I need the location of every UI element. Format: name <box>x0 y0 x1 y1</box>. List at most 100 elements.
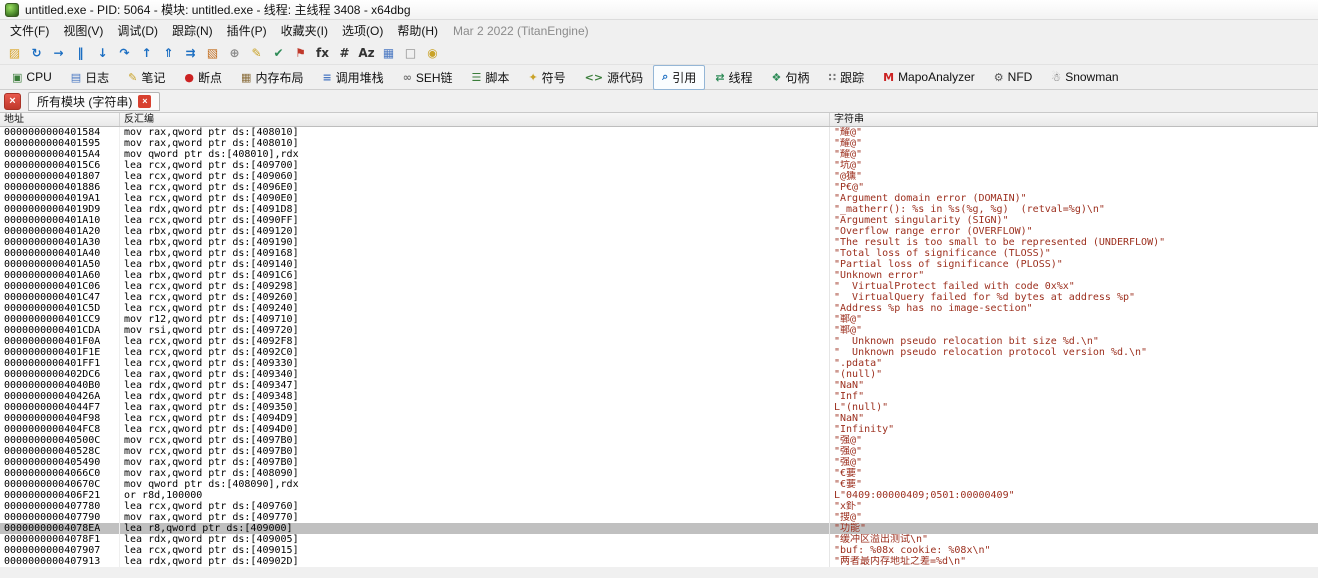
tab-调用堆栈[interactable]: ≡调用堆栈 <box>313 65 392 90</box>
table-row[interactable]: 0000000000407907lea rcx,qword ptr ds:[40… <box>0 545 1318 556</box>
table-row[interactable]: 0000000000401595mov rax,qword ptr ds:[40… <box>0 138 1318 149</box>
table-row[interactable]: 00000000004078EAlea r8,qword ptr ds:[409… <box>0 523 1318 534</box>
tab-Snowman[interactable]: ☃Snowman <box>1042 66 1127 88</box>
table-row[interactable]: 0000000000401C5Dlea rcx,qword ptr ds:[40… <box>0 303 1318 314</box>
table-row[interactable]: 00000000004066C0mov rax,qword ptr ds:[40… <box>0 468 1318 479</box>
check-icon[interactable]: ✔ <box>268 43 289 63</box>
tab-脚本[interactable]: ☰脚本 <box>463 65 519 90</box>
table-row[interactable]: 0000000000406F21or r8d,100000L"0409:0000… <box>0 490 1318 501</box>
table-row[interactable]: 0000000000407913lea rdx,qword ptr ds:[40… <box>0 556 1318 567</box>
step-over-icon[interactable]: ↷ <box>114 43 135 63</box>
table-row[interactable]: 00000000004044F7lea rax,qword ptr ds:[40… <box>0 402 1318 413</box>
row-address: 0000000000401A20 <box>0 226 120 237</box>
row-disassembly: lea rcx,qword ptr ds:[409015] <box>120 545 830 556</box>
tab-源代码[interactable]: <>源代码 <box>576 65 652 90</box>
table-row[interactable]: 0000000000401A40lea rbx,qword ptr ds:[40… <box>0 248 1318 259</box>
table-row[interactable]: 00000000004019A1lea rcx,qword ptr ds:[40… <box>0 193 1318 204</box>
table-row[interactable]: 00000000004040B0lea rdx,qword ptr ds:[40… <box>0 380 1318 391</box>
tab-CPU[interactable]: ▣CPU <box>3 66 61 88</box>
tab-引用[interactable]: ⌕引用 <box>653 65 705 90</box>
row-string: "坑@" <box>830 160 1318 171</box>
open-file-icon[interactable]: ▨ <box>4 43 25 63</box>
menu-item[interactable]: 插件(P) <box>220 20 274 41</box>
column-header-address[interactable]: 地址 <box>0 113 120 126</box>
step-out-icon[interactable]: ↑ <box>136 43 157 63</box>
table-row[interactable]: 0000000000401CDAmov rsi,qword ptr ds:[40… <box>0 325 1318 336</box>
menu-item[interactable]: 收藏夹(I) <box>274 20 335 41</box>
row-disassembly: lea rdx,qword ptr ds:[409347] <box>120 380 830 391</box>
row-disassembly: mov rsi,qword ptr ds:[409720] <box>120 325 830 336</box>
menu-item[interactable]: 文件(F) <box>3 20 56 41</box>
tab-跟踪[interactable]: ∷跟踪 <box>819 65 873 90</box>
tab-日志[interactable]: ▤日志 <box>62 65 118 90</box>
table-row[interactable]: 0000000000401A10lea rcx,qword ptr ds:[40… <box>0 215 1318 226</box>
tab-NFD[interactable]: ⚙NFD <box>985 66 1042 88</box>
table-row[interactable]: 00000000004015A4mov qword ptr ds:[408010… <box>0 149 1318 160</box>
table-row[interactable]: 0000000000401886lea rcx,qword ptr ds:[40… <box>0 182 1318 193</box>
tab-all-modules-strings[interactable]: 所有模块 (字符串) × <box>28 92 160 111</box>
fx-trace-icon[interactable]: fx <box>312 43 333 63</box>
table-row[interactable]: 0000000000407790mov rax,qword ptr ds:[40… <box>0 512 1318 523</box>
patch-icon[interactable]: ▧ <box>202 43 223 63</box>
table-row[interactable]: 000000000040528Cmov rcx,qword ptr ds:[40… <box>0 446 1318 457</box>
table-row[interactable]: 0000000000401C06lea rcx,qword ptr ds:[40… <box>0 281 1318 292</box>
tab-笔记[interactable]: ✎笔记 <box>119 65 174 90</box>
menu-item[interactable]: 帮助(H) <box>390 20 445 41</box>
table-row[interactable]: 0000000000405490mov rax,qword ptr ds:[40… <box>0 457 1318 468</box>
menu-item[interactable]: 调试(D) <box>110 20 165 41</box>
table-row[interactable]: 0000000000401F0Alea rcx,qword ptr ds:[40… <box>0 336 1318 347</box>
tab-内存布局[interactable]: ▦内存布局 <box>232 65 312 90</box>
execute-till-return-icon[interactable]: ⇑ <box>158 43 179 63</box>
table-row[interactable]: 00000000004078F1lea rdx,qword ptr ds:[40… <box>0 534 1318 545</box>
table-row[interactable]: 0000000000404FC8lea rcx,qword ptr ds:[40… <box>0 424 1318 435</box>
table-row[interactable]: 0000000000402DC6lea rax,qword ptr ds:[40… <box>0 369 1318 380</box>
table-row[interactable]: 0000000000401A30lea rbx,qword ptr ds:[40… <box>0 237 1318 248</box>
table-row[interactable]: 0000000000401807lea rcx,qword ptr ds:[40… <box>0 171 1318 182</box>
close-all-tabs-button[interactable]: × <box>4 93 21 110</box>
restart-icon[interactable]: ↻ <box>26 43 47 63</box>
report-icon[interactable]: ◉ <box>422 43 443 63</box>
table-row[interactable]: 0000000000401A50lea rbx,qword ptr ds:[40… <box>0 259 1318 270</box>
table-row[interactable]: 00000000004019D9lea rdx,qword ptr ds:[40… <box>0 204 1318 215</box>
table-row[interactable]: 000000000040500Cmov rcx,qword ptr ds:[40… <box>0 435 1318 446</box>
menu-item[interactable]: 选项(O) <box>335 20 390 41</box>
tab-句柄[interactable]: ❖句柄 <box>763 65 819 90</box>
row-disassembly: lea rcx,qword ptr ds:[409760] <box>120 501 830 512</box>
case-icon[interactable]: Az <box>356 43 377 63</box>
tab-线程[interactable]: ⇄线程 <box>706 65 761 90</box>
column-header-string[interactable]: 字符串 <box>830 113 1318 126</box>
table-row[interactable]: 0000000000401F1Elea rcx,qword ptr ds:[40… <box>0 347 1318 358</box>
table-row[interactable]: 0000000000404F98lea rcx,qword ptr ds:[40… <box>0 413 1318 424</box>
table-row[interactable]: 0000000000401584mov rax,qword ptr ds:[40… <box>0 127 1318 138</box>
step-into-icon[interactable]: ↓ <box>92 43 113 63</box>
column-header-disassembly[interactable]: 反汇编 <box>120 113 830 126</box>
table-row[interactable]: 0000000000407780lea rcx,qword ptr ds:[40… <box>0 501 1318 512</box>
pause-icon[interactable]: ‖ <box>70 43 91 63</box>
tab-符号[interactable]: ✦符号 <box>519 65 574 90</box>
row-disassembly: mov rax,qword ptr ds:[408010] <box>120 138 830 149</box>
table-row[interactable]: 0000000000401C47lea rcx,qword ptr ds:[40… <box>0 292 1318 303</box>
attach-icon[interactable]: ⊕ <box>224 43 245 63</box>
table-row[interactable]: 00000000004015C6lea rcx,qword ptr ds:[40… <box>0 160 1318 171</box>
flag-icon[interactable]: ⚑ <box>290 43 311 63</box>
table-row[interactable]: 0000000000401A20lea rbx,qword ptr ds:[40… <box>0 226 1318 237</box>
menu-item[interactable]: 视图(V) <box>56 20 110 41</box>
hash-icon[interactable]: # <box>334 43 355 63</box>
row-disassembly: lea rbx,qword ptr ds:[409168] <box>120 248 830 259</box>
window-icon[interactable]: □ <box>400 43 421 63</box>
tab-MapoAnalyzer[interactable]: MMapoAnalyzer <box>874 66 984 88</box>
tab-断点[interactable]: ●断点 <box>175 65 231 90</box>
row-string: "Argument singularity (SIGN)" <box>830 215 1318 226</box>
run-icon[interactable]: → <box>48 43 69 63</box>
close-icon[interactable]: × <box>138 95 151 108</box>
animate-icon[interactable]: ⇉ <box>180 43 201 63</box>
table-row[interactable]: 0000000000401CC9mov r12,qword ptr ds:[40… <box>0 314 1318 325</box>
calculator-icon[interactable]: ▦ <box>378 43 399 63</box>
table-row[interactable]: 000000000040426Alea rdx,qword ptr ds:[40… <box>0 391 1318 402</box>
table-row[interactable]: 0000000000401FF1lea rcx,qword ptr ds:[40… <box>0 358 1318 369</box>
tab-SEH链[interactable]: ∞SEH链 <box>394 65 462 90</box>
pencil-icon[interactable]: ✎ <box>246 43 267 63</box>
table-row[interactable]: 0000000000401A60lea rbx,qword ptr ds:[40… <box>0 270 1318 281</box>
table-row[interactable]: 000000000040670Cmov qword ptr ds:[408090… <box>0 479 1318 490</box>
menu-item[interactable]: 跟踪(N) <box>165 20 220 41</box>
